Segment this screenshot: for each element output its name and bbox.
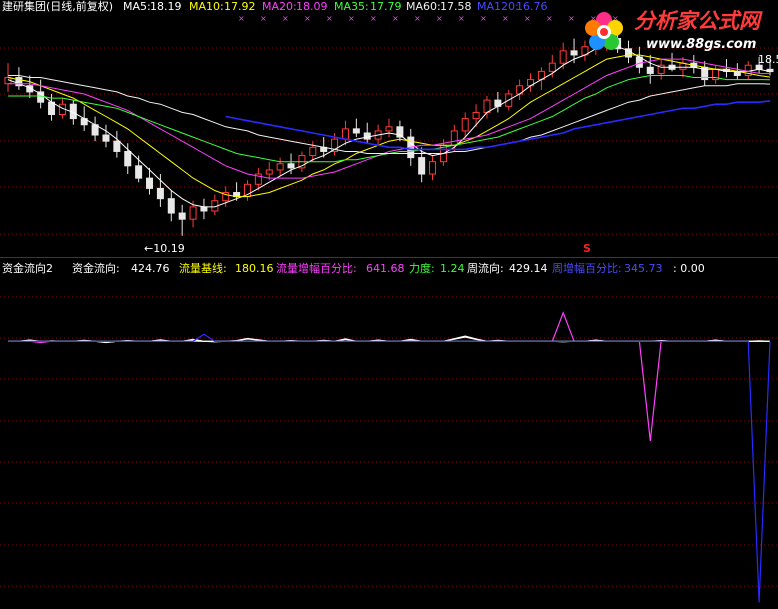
candle-body	[200, 206, 208, 212]
weekly-flow-label: 周流向:	[467, 261, 504, 275]
candle-body	[548, 62, 556, 72]
candle-body	[265, 169, 273, 175]
candle-body	[124, 150, 132, 167]
marker-cross: ×	[436, 14, 443, 23]
extra-value: : 0.00	[673, 262, 705, 275]
ma5-value: 18.19	[150, 0, 182, 13]
ma120-label: MA120:	[477, 0, 519, 13]
flow-pct-label: 流量增幅百分比:	[276, 261, 357, 275]
marker-cross: ×	[260, 14, 267, 23]
force-value: 1.24	[440, 262, 465, 275]
marker-cross: ×	[546, 14, 553, 23]
marker-cross: ×	[502, 14, 509, 23]
stock-title: 建研集团(日线,前复权)	[2, 0, 113, 13]
price-header: 建研集团(日线,前复权) MA5: 18.19 MA10: 17.92 MA20…	[0, 0, 558, 13]
marker-cross: ×	[282, 14, 289, 23]
candle-body	[352, 128, 360, 134]
marker-cross: ×	[568, 14, 575, 23]
ma10-value: 17.92	[224, 0, 256, 13]
candle-body	[167, 198, 175, 214]
marker-cross: ×	[414, 14, 421, 23]
marker-cross: ×	[238, 14, 245, 23]
indicator-name: 资金流向2	[2, 261, 53, 275]
marker-cross: ×	[458, 14, 465, 23]
sell-signal-label: S	[583, 242, 591, 255]
candle-body	[429, 161, 437, 175]
right-cut-label: 18.5	[758, 53, 778, 66]
stock-chart[interactable]: × × × × × × × × × × × × × × × × × × 建研集团(日线,前复权) MA5: 18.…	[0, 0, 778, 609]
candle-body	[48, 101, 56, 115]
indicator-header: 资金流向2 资金流向: 424.76 流量基线: 180.16 流量增幅百分比:…	[0, 261, 715, 275]
marker-cross: ×	[304, 14, 311, 23]
marker-cross: ×	[392, 14, 399, 23]
ma120-value: 16.76	[516, 0, 548, 13]
ma35-value: 17.79	[370, 0, 402, 13]
flow-base-label: 流量基线:	[179, 261, 227, 275]
ma60-label: MA60:	[406, 0, 441, 13]
candle-body	[385, 126, 393, 132]
money-flow-value: 424.76	[131, 262, 170, 275]
weekly-pct-label: 周增幅百分比:	[552, 261, 622, 275]
candle-body	[483, 99, 491, 113]
ma10-label: MA10:	[189, 0, 224, 13]
weekly-flow-value: 429.14	[509, 262, 548, 275]
candle-body	[135, 165, 143, 179]
candle-body	[646, 66, 654, 74]
candle-body	[363, 132, 371, 140]
force-label: 力度:	[409, 261, 435, 275]
flow-base-value: 180.16	[235, 262, 274, 275]
ma20-value: 18.09	[296, 0, 328, 13]
ma20-label: MA20:	[262, 0, 297, 13]
ma35-label: MA35:	[334, 0, 369, 13]
watermark-url: www.88gs.com	[646, 37, 756, 52]
low-price-label: ←10.19	[144, 242, 185, 255]
ma60-value: 17.58	[440, 0, 472, 13]
candle-body	[156, 187, 164, 200]
weekly-pct-value: 345.73	[624, 262, 663, 275]
candle-body	[189, 206, 197, 220]
candle-body	[570, 50, 578, 56]
candle-body	[113, 140, 121, 152]
candle-body	[450, 130, 458, 146]
marker-cross: ×	[326, 14, 333, 23]
candle-body	[559, 50, 567, 64]
candle-body	[146, 177, 154, 189]
watermark-title: 分析家公式网	[634, 9, 763, 33]
candle-body	[178, 212, 186, 220]
candle-body	[276, 163, 284, 171]
candle-body	[287, 163, 295, 169]
candle-body	[102, 134, 110, 142]
ma5-label: MA5:	[123, 0, 151, 13]
marker-cross: ×	[370, 14, 377, 23]
marker-cross: ×	[348, 14, 355, 23]
marker-cross: ×	[480, 14, 487, 23]
flow-pct-value: 641.68	[366, 262, 405, 275]
candle-body	[418, 157, 426, 175]
money-flow-label: 资金流向:	[72, 261, 120, 275]
candle-body	[461, 118, 469, 132]
marker-cross: ×	[524, 14, 531, 23]
candle-body	[472, 111, 480, 120]
candle-body	[341, 128, 349, 140]
candle-body	[309, 146, 317, 157]
